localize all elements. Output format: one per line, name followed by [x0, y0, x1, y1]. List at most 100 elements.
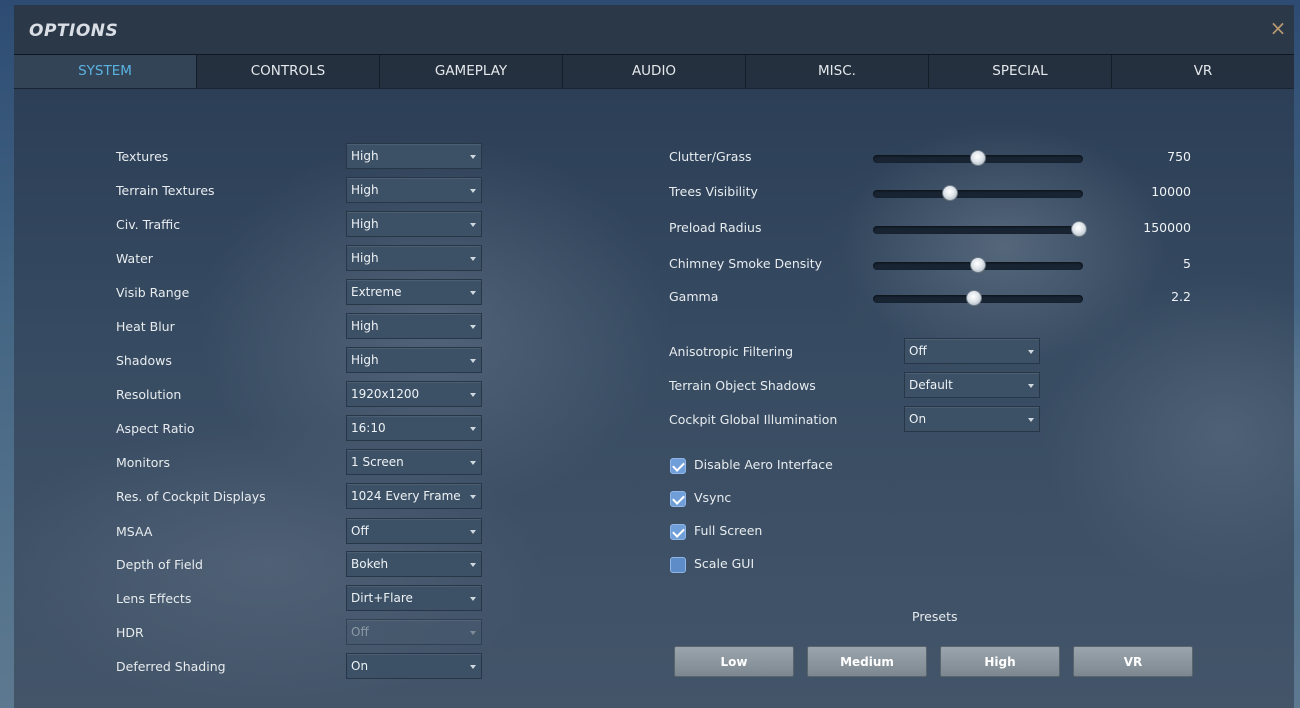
- dropdown-value: On: [351, 659, 369, 673]
- dropdown-visib-range[interactable]: Extreme: [346, 279, 482, 305]
- tab-vr[interactable]: VR: [1112, 55, 1294, 88]
- close-icon[interactable]: ×: [1268, 18, 1288, 38]
- tab-misc[interactable]: MISC.: [746, 55, 929, 88]
- dropdown-value: High: [351, 353, 379, 367]
- setting-label-hdr: HDR: [116, 625, 144, 640]
- slider-trees-visibility[interactable]: [873, 185, 1083, 201]
- checkbox-vsync[interactable]: [670, 491, 686, 507]
- slider-value-trees-visibility: 10000: [1151, 184, 1191, 199]
- slider-value-chimney-smoke-density: 5: [1183, 256, 1191, 271]
- chevron-down-icon: [470, 393, 476, 397]
- setting-label-civ-traffic: Civ. Traffic: [116, 217, 181, 232]
- dropdown-value: Off: [909, 344, 927, 358]
- dropdown-monitors[interactable]: 1 Screen: [346, 449, 482, 475]
- chevron-down-icon: [470, 495, 476, 499]
- checkbox-label-vsync[interactable]: Vsync: [694, 490, 731, 505]
- dropdown-deferred-shading[interactable]: On: [346, 653, 482, 679]
- dropdown-value: 1024 Every Frame: [351, 489, 461, 503]
- setting-label-heat-blur: Heat Blur: [116, 319, 175, 334]
- dropdown-civ-traffic[interactable]: High: [346, 211, 482, 237]
- setting-label-textures: Textures: [116, 149, 169, 164]
- tab-bar: SYSTEM CONTROLS GAMEPLAY AUDIO MISC. SPECIAL V…: [14, 54, 1294, 89]
- slider-handle[interactable]: [1070, 221, 1087, 237]
- dropdown-shadows[interactable]: High: [346, 347, 482, 373]
- checkbox-label-full-screen[interactable]: Full Screen: [694, 523, 762, 538]
- slider-value-gamma: 2.2: [1171, 289, 1191, 304]
- chevron-down-icon: [470, 223, 476, 227]
- setting-label-terrain-textures: Terrain Textures: [116, 183, 215, 198]
- dropdown-value: High: [351, 183, 379, 197]
- dropdown-lens-effects[interactable]: Dirt+Flare: [346, 585, 482, 611]
- checkbox-disable-aero-interface[interactable]: [670, 458, 686, 474]
- chevron-down-icon: [470, 597, 476, 601]
- tab-gameplay[interactable]: GAMEPLAY: [380, 55, 563, 88]
- preset-button-medium[interactable]: Medium: [807, 646, 927, 677]
- tab-system[interactable]: SYSTEM: [14, 55, 197, 88]
- dropdown-terrain-object-shadows[interactable]: Default: [904, 372, 1040, 398]
- chevron-down-icon: [470, 665, 476, 669]
- window-title: OPTIONS: [29, 21, 119, 41]
- checkmark-icon: [672, 492, 685, 505]
- dropdown-textures[interactable]: High: [346, 143, 482, 169]
- dropdown-value: High: [351, 319, 379, 333]
- preset-button-low[interactable]: Low: [674, 646, 794, 677]
- chevron-down-icon: [470, 359, 476, 363]
- slider-label-gamma: Gamma: [669, 289, 719, 304]
- dropdown-water[interactable]: High: [346, 245, 482, 271]
- tab-special[interactable]: SPECIAL: [929, 55, 1112, 88]
- dropdown-aspect-ratio[interactable]: 16:10: [346, 415, 482, 441]
- dropdown-anisotropic-filtering[interactable]: Off: [904, 338, 1040, 364]
- setting-label-msaa: MSAA: [116, 524, 153, 539]
- dropdown-value: High: [351, 217, 379, 231]
- chevron-down-icon: [1028, 384, 1034, 388]
- checkbox-scale-gui[interactable]: [670, 557, 686, 573]
- dropdown-res-of-cockpit-displays[interactable]: 1024 Every Frame: [346, 483, 482, 509]
- slider-gamma[interactable]: [873, 290, 1083, 306]
- preset-button-high[interactable]: High: [940, 646, 1060, 677]
- slider-handle[interactable]: [965, 290, 982, 306]
- chevron-down-icon: [1028, 350, 1034, 354]
- dropdown-value: Bokeh: [351, 557, 389, 571]
- slider-label-clutter-grass: Clutter/Grass: [669, 149, 752, 164]
- slider-handle[interactable]: [941, 185, 958, 201]
- dropdown-terrain-textures[interactable]: High: [346, 177, 482, 203]
- setting-label-water: Water: [116, 251, 153, 266]
- dropdown-depth-of-field[interactable]: Bokeh: [346, 551, 482, 577]
- slider-preload-radius[interactable]: [873, 221, 1087, 237]
- title-bar: OPTIONS ×: [14, 5, 1294, 54]
- dropdown-value: On: [909, 412, 927, 426]
- chevron-down-icon: [470, 461, 476, 465]
- presets-label: Presets: [912, 609, 958, 624]
- checkmark-icon: [672, 459, 685, 472]
- slider-value-clutter-grass: 750: [1167, 149, 1191, 164]
- dropdown-value: Dirt+Flare: [351, 591, 413, 605]
- preset-button-vr[interactable]: VR: [1073, 646, 1193, 677]
- setting-label-visib-range: Visib Range: [116, 285, 190, 300]
- chevron-down-icon: [470, 291, 476, 295]
- slider-chimney-smoke-density[interactable]: [873, 257, 1083, 273]
- checkbox-full-screen[interactable]: [670, 524, 686, 540]
- chevron-down-icon: [470, 631, 476, 635]
- tab-audio[interactable]: AUDIO: [563, 55, 746, 88]
- slider-clutter-grass[interactable]: [873, 150, 1083, 166]
- setting-label-terrain-object-shadows: Terrain Object Shadows: [669, 378, 816, 393]
- dropdown-value: 1920x1200: [351, 387, 420, 401]
- checkbox-label-scale-gui[interactable]: Scale GUI: [694, 556, 754, 571]
- setting-label-depth-of-field: Depth of Field: [116, 557, 203, 572]
- dropdown-value: 16:10: [351, 421, 386, 435]
- dropdown-value: 1 Screen: [351, 455, 404, 469]
- chevron-down-icon: [470, 325, 476, 329]
- chevron-down-icon: [470, 189, 476, 193]
- chevron-down-icon: [470, 563, 476, 567]
- dropdown-cockpit-global-illumination[interactable]: On: [904, 406, 1040, 432]
- dropdown-value: Default: [909, 378, 953, 392]
- dropdown-heat-blur[interactable]: High: [346, 313, 482, 339]
- tab-controls[interactable]: CONTROLS: [197, 55, 380, 88]
- dropdown-msaa[interactable]: Off: [346, 518, 482, 544]
- slider-label-preload-radius: Preload Radius: [669, 220, 762, 235]
- slider-handle[interactable]: [970, 257, 986, 273]
- slider-handle[interactable]: [970, 150, 986, 166]
- dropdown-resolution[interactable]: 1920x1200: [346, 381, 482, 407]
- dropdown-hdr: Off: [346, 619, 482, 645]
- checkbox-label-disable-aero-interface[interactable]: Disable Aero Interface: [694, 457, 833, 472]
